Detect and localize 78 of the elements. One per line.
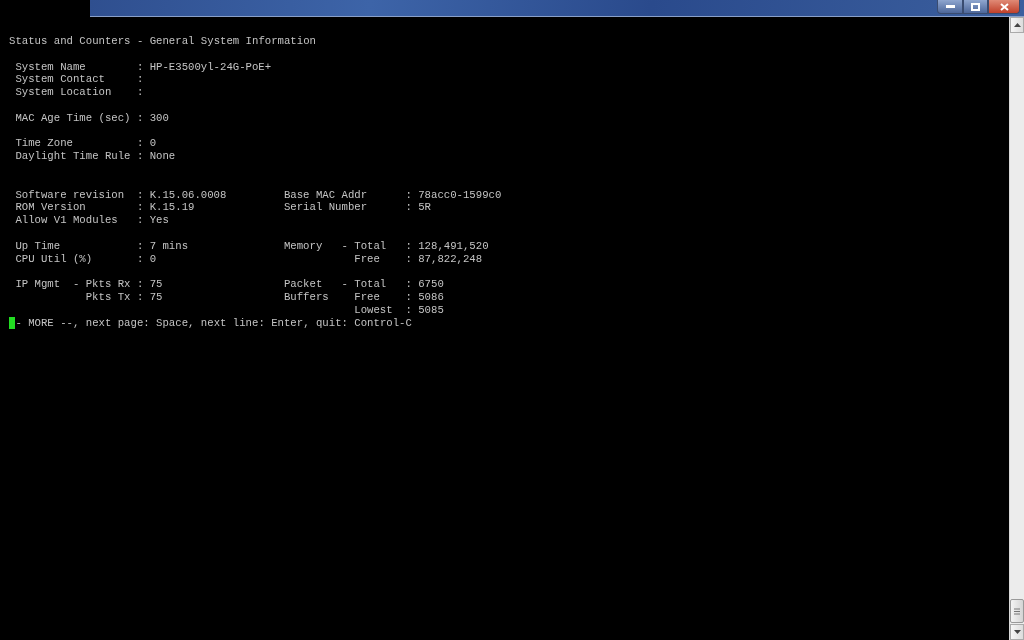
separator: : xyxy=(136,214,145,227)
field-value: 87,822,248 xyxy=(418,252,484,266)
separator: : xyxy=(405,239,413,253)
separator: : xyxy=(136,252,145,266)
field-label: ROM Version xyxy=(15,201,87,215)
field-value: 78acc0-1599c0 xyxy=(418,188,503,202)
scroll-up-button[interactable] xyxy=(1010,17,1024,33)
field-sublabel: Lowest xyxy=(354,303,394,317)
field-sublabel: Pkts Tx xyxy=(85,290,132,304)
field-value: Yes xyxy=(149,214,170,227)
separator: : xyxy=(136,86,145,99)
field-value: 128,491,520 xyxy=(418,239,490,253)
separator: : xyxy=(136,137,145,151)
field-value: 75 xyxy=(149,290,164,304)
separator: : xyxy=(405,303,413,317)
close-icon xyxy=(999,2,1009,11)
separator: : xyxy=(136,278,145,291)
scroll-thumb[interactable] xyxy=(1010,599,1024,623)
field-sublabel: Free xyxy=(354,290,381,304)
minimize-icon xyxy=(945,5,955,8)
field-label: Memory - xyxy=(283,239,349,253)
field-label: Time Zone xyxy=(15,137,74,151)
field-label: System Name xyxy=(15,60,87,74)
field-sublabel: Total xyxy=(354,239,388,253)
field-value: 5085 xyxy=(418,303,445,317)
cursor xyxy=(9,316,16,329)
separator: : xyxy=(136,60,145,74)
down-arrow-icon xyxy=(1013,630,1021,634)
field-value: None xyxy=(149,150,177,163)
up-arrow-icon xyxy=(1013,23,1021,27)
screen-heading: Status and Counters - General System Information xyxy=(9,35,316,48)
separator: : xyxy=(136,73,145,87)
maximize-button[interactable] xyxy=(963,0,988,14)
field-label: Base MAC Addr xyxy=(283,188,369,202)
field-label: Software revision xyxy=(15,188,126,202)
separator: : xyxy=(405,252,413,266)
field-label: System Contact xyxy=(15,73,106,87)
field-label: Daylight Time Rule xyxy=(15,150,132,163)
separator: : xyxy=(405,278,413,291)
separator: : xyxy=(136,150,145,163)
field-label: Up Time xyxy=(15,239,62,253)
field-value: 0 xyxy=(149,137,158,151)
separator: : xyxy=(405,290,413,304)
separator: : xyxy=(405,201,413,215)
field-value: 75 xyxy=(149,278,164,291)
field-label: System Location xyxy=(15,86,113,99)
field-sublabel: Pkts Rx xyxy=(85,278,132,291)
separator: : xyxy=(405,188,413,202)
field-label: Buffers xyxy=(283,290,330,304)
field-value: K.15.19 xyxy=(149,201,196,215)
restore-icon xyxy=(971,2,980,11)
field-value: 300 xyxy=(149,111,170,125)
scrollbar[interactable] xyxy=(1009,17,1024,640)
separator: : xyxy=(136,188,145,202)
field-value: 0 xyxy=(149,252,158,266)
field-label: IP Mgmt - xyxy=(15,278,81,291)
more-prompt: - MORE --, next page: Space, next line: Enter, quit: Control-C xyxy=(15,316,412,330)
scroll-down-button[interactable] xyxy=(1010,624,1024,640)
grip-icon xyxy=(1014,607,1020,615)
field-value: K.15.06.0008 xyxy=(149,188,228,202)
field-label: Packet - xyxy=(283,278,349,291)
field-value: 6750 xyxy=(418,278,445,291)
separator: : xyxy=(136,239,145,253)
separator: : xyxy=(136,290,145,304)
field-value: 5086 xyxy=(418,290,445,304)
field-sublabel: Free xyxy=(354,252,381,266)
separator: : xyxy=(136,201,145,215)
minimize-button[interactable] xyxy=(937,0,963,14)
field-label: Serial Number xyxy=(283,201,369,215)
field-label: CPU Util (%) xyxy=(15,252,94,266)
field-label: Allow V1 Modules xyxy=(15,214,119,227)
close-button[interactable] xyxy=(988,0,1020,14)
field-value: HP-E3500yl-24G-PoE+ xyxy=(149,60,273,74)
separator: : xyxy=(136,111,145,125)
field-value: 5R xyxy=(418,201,432,215)
field-label: MAC Age Time (sec) xyxy=(15,111,132,125)
field-value: 7 mins xyxy=(149,239,190,253)
field-sublabel: Total xyxy=(354,278,388,291)
